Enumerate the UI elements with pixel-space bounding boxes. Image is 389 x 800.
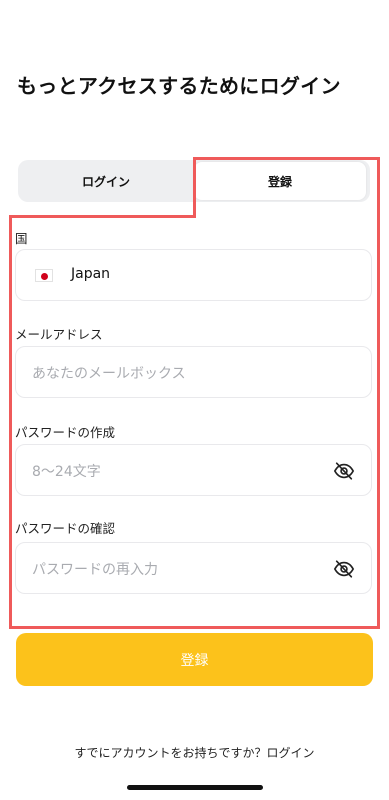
page-title: もっとアクセスするためにログイン: [17, 74, 341, 98]
confirm-password-label: パスワードの確認: [15, 521, 116, 536]
password-placeholder: 8～24文字: [32, 464, 101, 480]
email-label: メールアドレス: [15, 327, 103, 342]
tab-login[interactable]: ログイン: [18, 160, 194, 202]
email-placeholder: あなたのメールボックス: [32, 366, 186, 382]
email-field[interactable]: あなたのメールボックス: [15, 346, 372, 398]
japan-flag-icon: [35, 269, 53, 282]
country-select[interactable]: Japan: [15, 249, 372, 301]
register-button[interactable]: 登録: [16, 633, 373, 686]
confirm-password-field[interactable]: パスワードの再入力: [15, 542, 372, 594]
tab-register[interactable]: 登録: [194, 162, 366, 200]
home-indicator: [127, 785, 263, 790]
country-value: Japan: [71, 266, 111, 282]
password-field[interactable]: 8～24文字: [15, 444, 372, 496]
country-label: 国: [15, 231, 28, 246]
eye-off-icon[interactable]: [333, 558, 355, 580]
eye-off-icon[interactable]: [333, 460, 355, 482]
password-label: パスワードの作成: [15, 425, 116, 440]
confirm-password-placeholder: パスワードの再入力: [32, 562, 158, 578]
register-screen: もっとアクセスするためにログイン ログイン 登録 国 Japan メールアドレス…: [0, 0, 389, 800]
login-link[interactable]: すでにアカウントをお持ちですか？ログイン: [0, 744, 389, 761]
